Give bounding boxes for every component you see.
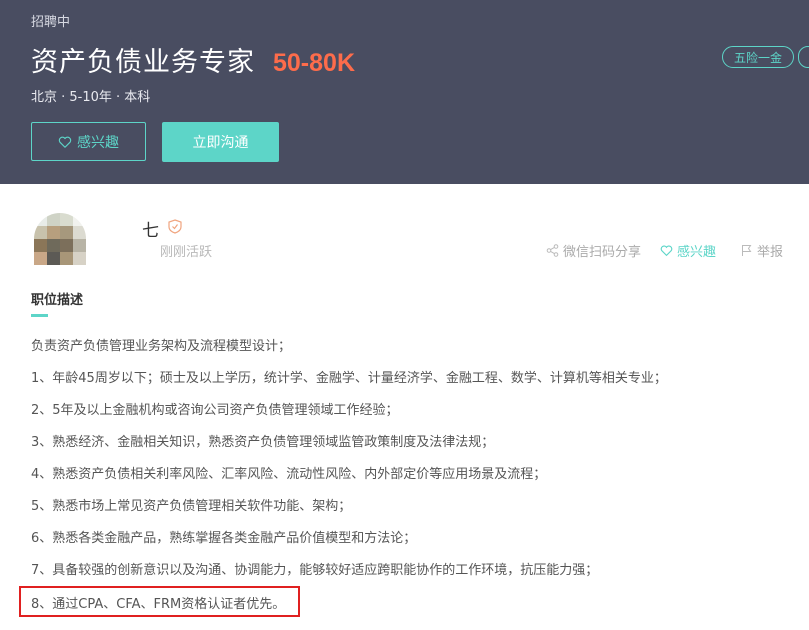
recruiter-avatar[interactable] bbox=[34, 213, 86, 265]
job-title: 资产负债业务专家 bbox=[31, 47, 255, 78]
heart-icon bbox=[58, 136, 72, 148]
section-heading-underline bbox=[31, 314, 48, 317]
salary-range: 50-80K bbox=[273, 49, 355, 77]
job-status-label: 招聘中 bbox=[31, 15, 71, 30]
description-line: 5、熟悉市场上常见资产负债管理相关软件功能、架构； bbox=[31, 499, 352, 514]
description-line: 3、熟悉经济、金融相关知识，熟悉资产负债管理领域监管政策制度及法律法规； bbox=[31, 435, 495, 450]
job-header-banner: 招聘中 资产负债业务专家 50-80K 北京 · 5-10年 · 本科 感兴趣 … bbox=[0, 0, 809, 184]
benefit-tag-more bbox=[798, 46, 809, 68]
description-line: 1、年龄45周岁以下；硕士及以上学历，统计学、金融学、计量经济学、金融工程、数学… bbox=[31, 371, 667, 386]
report-label: 举报 bbox=[757, 245, 784, 260]
description-line: 负责资产负债管理业务架构及流程模型设计； bbox=[31, 339, 292, 354]
highlight-annotation-box bbox=[19, 586, 300, 617]
wechat-share-action[interactable]: 微信扫码分享 bbox=[546, 241, 641, 260]
heart-icon bbox=[660, 245, 673, 257]
description-line: 4、熟悉资产负债相关利率风险、汇率风险、流动性风险、内外部定价等应用场景及流程； bbox=[31, 467, 547, 482]
verified-badge-icon bbox=[168, 219, 182, 234]
interest-action-label: 感兴趣 bbox=[677, 245, 717, 260]
recruiter-name: 七 bbox=[142, 221, 159, 241]
job-meta: 北京 · 5-10年 · 本科 bbox=[31, 90, 151, 105]
chat-now-button[interactable]: 立即沟通 bbox=[162, 122, 279, 162]
description-line: 6、熟悉各类金融产品，熟练掌握各类金融产品价值模型和方法论； bbox=[31, 531, 417, 546]
job-title-row: 资产负债业务专家 50-80K bbox=[31, 40, 355, 79]
description-line: 7、具备较强的创新意识以及沟通、协调能力，能够较好适应跨职能协作的工作环境，抗压… bbox=[31, 563, 599, 578]
benefit-tag: 五险一金 bbox=[722, 46, 794, 68]
interest-button[interactable]: 感兴趣 bbox=[31, 122, 146, 161]
wechat-share-label: 微信扫码分享 bbox=[563, 245, 642, 260]
interest-button-label: 感兴趣 bbox=[77, 134, 119, 151]
flag-icon bbox=[742, 245, 752, 256]
report-action[interactable]: 举报 bbox=[740, 241, 783, 260]
recruiter-active-status: 刚刚活跃 bbox=[160, 245, 213, 260]
description-line: 2、5年及以上金融机构或咨询公司资产负债管理领域工作经验； bbox=[31, 403, 399, 418]
recruiter-interest-action[interactable]: 感兴趣 bbox=[660, 241, 716, 260]
section-heading-job-description: 职位描述 bbox=[31, 293, 84, 308]
share-icon bbox=[546, 244, 559, 257]
